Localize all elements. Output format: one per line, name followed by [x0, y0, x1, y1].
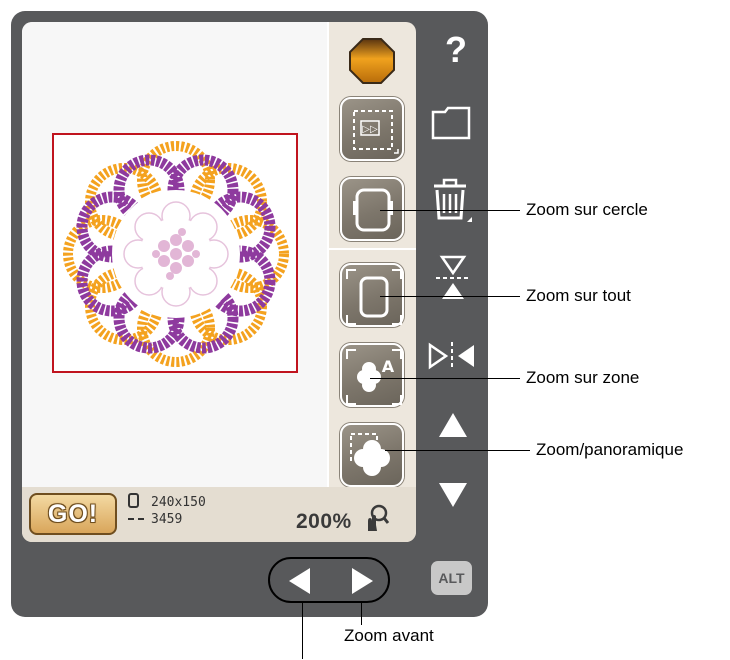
- zoom-to-area-button[interactable]: A: [340, 343, 404, 407]
- stitch-count-text: 3459: [151, 512, 183, 527]
- move-down-icon[interactable]: [437, 480, 469, 510]
- zoom-pan-button[interactable]: [340, 423, 404, 487]
- callout-zoom-in: Zoom avant: [344, 626, 434, 645]
- callout-zoom-all: Zoom sur tout: [526, 286, 631, 305]
- callout-zoom-area: Zoom sur zone: [526, 368, 640, 387]
- callout-zoom-pan: Zoom/panoramique: [536, 440, 684, 459]
- design-size-text: 240x150: [151, 495, 206, 510]
- folder-icon[interactable]: [431, 106, 471, 140]
- zoom-in-arrow-icon[interactable]: [350, 566, 376, 596]
- zoom-out-arrow-icon[interactable]: [286, 566, 312, 596]
- callout-line-hoop: [380, 210, 520, 211]
- flip-horizontal-icon[interactable]: [427, 341, 477, 371]
- zoom-area-icon: A: [346, 349, 402, 405]
- zoom-panel-separator: [329, 248, 416, 250]
- svg-text:▷▷: ▷▷: [362, 124, 378, 135]
- callout-line-pan: [385, 450, 530, 451]
- zoom-all-icon: [346, 269, 402, 325]
- delete-icon[interactable]: [431, 178, 473, 224]
- svg-text:A: A: [382, 357, 395, 376]
- hoop-icon: [353, 188, 393, 232]
- zoom-pan-icon: [350, 433, 390, 476]
- flower-embroidery-design[interactable]: [52, 133, 298, 373]
- callout-zoom-hoop: Zoom sur cercle: [526, 200, 648, 219]
- stitch-count-icon: [128, 518, 144, 520]
- callout-line-area: [370, 378, 520, 379]
- zoom-to-hoop-button[interactable]: [340, 177, 404, 241]
- help-button[interactable]: ?: [438, 28, 474, 72]
- go-button[interactable]: GO!: [29, 493, 117, 535]
- hoop-size-icon: [128, 493, 139, 508]
- zoom-embroidery-icon: ▷▷: [353, 110, 399, 154]
- zoom-to-embroidery-button[interactable]: ▷▷: [340, 97, 404, 161]
- callout-line-zoom-in: [361, 603, 362, 625]
- zoom-level: 200%: [296, 510, 352, 533]
- callout-line-zoom-out: [302, 603, 303, 659]
- move-up-icon[interactable]: [437, 410, 469, 440]
- zoom-hand-icon[interactable]: [364, 503, 390, 533]
- panel-divider: [327, 22, 329, 487]
- stitch-out-octagon-icon[interactable]: [348, 37, 396, 85]
- callout-line-all: [380, 296, 520, 297]
- alt-button[interactable]: ALT: [431, 561, 472, 595]
- zoom-to-all-button[interactable]: [340, 263, 404, 327]
